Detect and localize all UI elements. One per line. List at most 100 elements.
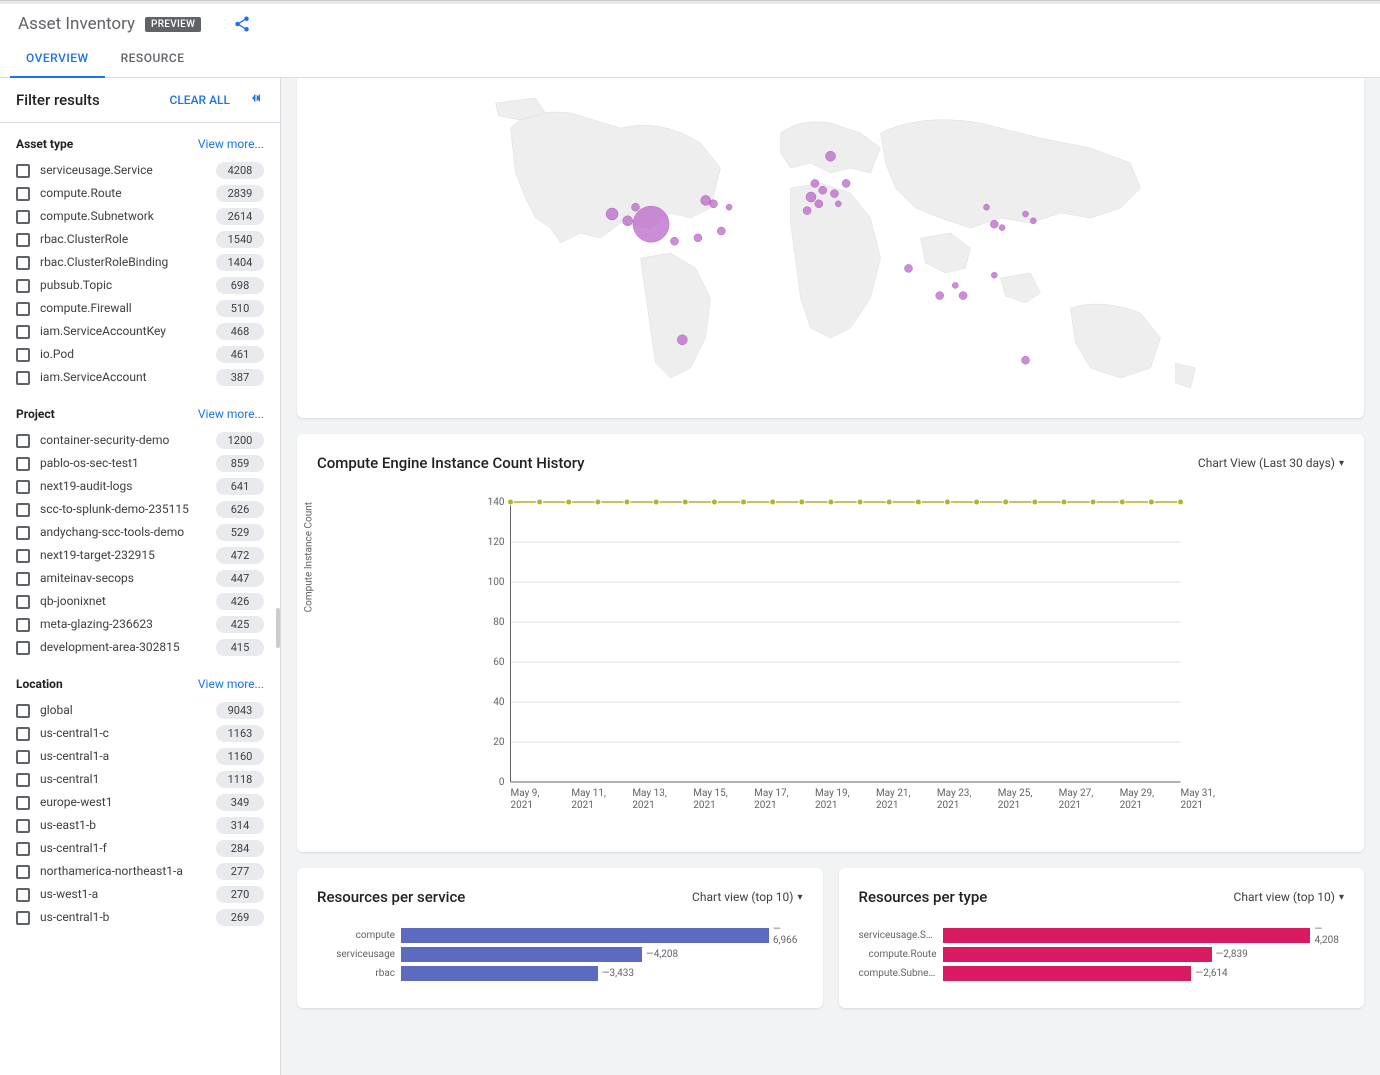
view-more-link[interactable]: View more... [198, 137, 264, 151]
map-bubble[interactable] [710, 200, 718, 208]
checkbox[interactable] [16, 434, 30, 448]
checkbox[interactable] [16, 773, 30, 787]
filter-item[interactable]: serviceusage.Service 4208 [16, 159, 264, 182]
filter-item[interactable]: us-central1-a 1160 [16, 745, 264, 768]
map-bubble[interactable] [811, 179, 819, 187]
filter-item[interactable]: northamerica-northeast1-a 277 [16, 860, 264, 883]
map-bubble[interactable] [677, 335, 687, 345]
filter-item[interactable]: qb-joonixnet 426 [16, 590, 264, 613]
map-bubble[interactable] [633, 206, 669, 242]
checkbox[interactable] [16, 233, 30, 247]
filter-item[interactable]: development-area-302815 415 [16, 636, 264, 659]
tab-resource[interactable]: RESOURCE [105, 40, 201, 77]
filter-item[interactable]: europe-west1 349 [16, 791, 264, 814]
filter-item[interactable]: us-central1 1118 [16, 768, 264, 791]
filter-item[interactable]: global 9043 [16, 699, 264, 722]
filter-item[interactable]: us-central1-c 1163 [16, 722, 264, 745]
filter-item[interactable]: us-east1-b 314 [16, 814, 264, 837]
share-button[interactable] [233, 15, 251, 33]
map-bubble[interactable] [984, 204, 990, 210]
filter-item[interactable]: rbac.ClusterRole 1540 [16, 228, 264, 251]
checkbox[interactable] [16, 325, 30, 339]
sidebar-scrollbar[interactable] [276, 608, 280, 648]
checkbox[interactable] [16, 526, 30, 540]
checkbox[interactable] [16, 618, 30, 632]
filter-item[interactable]: amiteinav-secops 447 [16, 567, 264, 590]
map-bubble[interactable] [671, 237, 679, 245]
map-bubble[interactable] [694, 234, 702, 242]
filter-item[interactable]: pablo-os-sec-test1 859 [16, 452, 264, 475]
map-bubble[interactable] [999, 225, 1005, 231]
checkbox[interactable] [16, 819, 30, 833]
checkbox[interactable] [16, 704, 30, 718]
filter-item[interactable]: compute.Route 2839 [16, 182, 264, 205]
filter-item[interactable]: andychang-scc-tools-demo 529 [16, 521, 264, 544]
filter-item[interactable]: next19-target-232915 472 [16, 544, 264, 567]
checkbox[interactable] [16, 480, 30, 494]
filter-item[interactable]: io.Pod 461 [16, 343, 264, 366]
map-bubble[interactable] [1022, 356, 1030, 364]
chart-view-dropdown[interactable]: Chart view (top 10) [692, 890, 802, 904]
checkbox[interactable] [16, 371, 30, 385]
checkbox[interactable] [16, 911, 30, 925]
map-bubble[interactable] [842, 179, 850, 187]
tab-overview[interactable]: OVERVIEW [10, 40, 105, 78]
checkbox[interactable] [16, 888, 30, 902]
map-bubble[interactable] [936, 292, 944, 300]
checkbox[interactable] [16, 727, 30, 741]
map-bubble[interactable] [819, 186, 827, 194]
checkbox[interactable] [16, 279, 30, 293]
checkbox[interactable] [16, 750, 30, 764]
filter-item[interactable]: next19-audit-logs 641 [16, 475, 264, 498]
map-bubble[interactable] [803, 207, 811, 215]
checkbox[interactable] [16, 164, 30, 178]
chart-view-dropdown[interactable]: Chart View (Last 30 days) [1198, 456, 1344, 470]
checkbox[interactable] [16, 595, 30, 609]
map-bubble[interactable] [830, 190, 838, 198]
filter-item[interactable]: meta-glazing-236623 425 [16, 613, 264, 636]
view-more-link[interactable]: View more... [198, 407, 264, 421]
map-bubble[interactable] [959, 292, 967, 300]
clear-all-button[interactable]: CLEAR ALL [169, 93, 230, 107]
checkbox[interactable] [16, 572, 30, 586]
filter-item[interactable]: us-central1-b 269 [16, 906, 264, 929]
checkbox[interactable] [16, 457, 30, 471]
view-more-link[interactable]: View more... [198, 677, 264, 691]
map-bubble[interactable] [632, 203, 640, 211]
map-bubble[interactable] [835, 201, 841, 207]
map-bubble[interactable] [826, 151, 836, 161]
filter-item[interactable]: rbac.ClusterRoleBinding 1404 [16, 251, 264, 274]
checkbox[interactable] [16, 503, 30, 517]
checkbox[interactable] [16, 842, 30, 856]
map-bubble[interactable] [990, 220, 998, 228]
map-bubble[interactable] [606, 208, 618, 220]
map-bubble[interactable] [991, 272, 997, 278]
filter-item[interactable]: compute.Firewall 510 [16, 297, 264, 320]
checkbox[interactable] [16, 302, 30, 316]
filter-item[interactable]: iam.ServiceAccount 387 [16, 366, 264, 389]
map-bubble[interactable] [717, 227, 725, 235]
map-bubble[interactable] [815, 200, 823, 208]
map-bubble[interactable] [905, 264, 913, 272]
filter-item[interactable]: compute.Subnetwork 2614 [16, 205, 264, 228]
checkbox[interactable] [16, 256, 30, 270]
checkbox[interactable] [16, 641, 30, 655]
collapse-sidebar-button[interactable] [248, 90, 264, 110]
checkbox[interactable] [16, 187, 30, 201]
map-bubble[interactable] [1030, 218, 1036, 224]
map-bubble[interactable] [701, 195, 711, 205]
map-bubble[interactable] [806, 192, 816, 202]
map-bubble[interactable] [726, 204, 732, 210]
filter-item[interactable]: iam.ServiceAccountKey 468 [16, 320, 264, 343]
filter-item[interactable]: us-central1-f 284 [16, 837, 264, 860]
checkbox[interactable] [16, 865, 30, 879]
filter-item[interactable]: scc-to-splunk-demo-235115 626 [16, 498, 264, 521]
filter-item[interactable]: container-security-demo 1200 [16, 429, 264, 452]
map-bubble[interactable] [952, 282, 958, 288]
checkbox[interactable] [16, 210, 30, 224]
filter-item[interactable]: pubsub.Topic 698 [16, 274, 264, 297]
checkbox[interactable] [16, 348, 30, 362]
map-bubble[interactable] [1023, 211, 1029, 217]
map-bubble[interactable] [623, 216, 633, 226]
chart-view-dropdown[interactable]: Chart view (top 10) [1234, 890, 1344, 904]
